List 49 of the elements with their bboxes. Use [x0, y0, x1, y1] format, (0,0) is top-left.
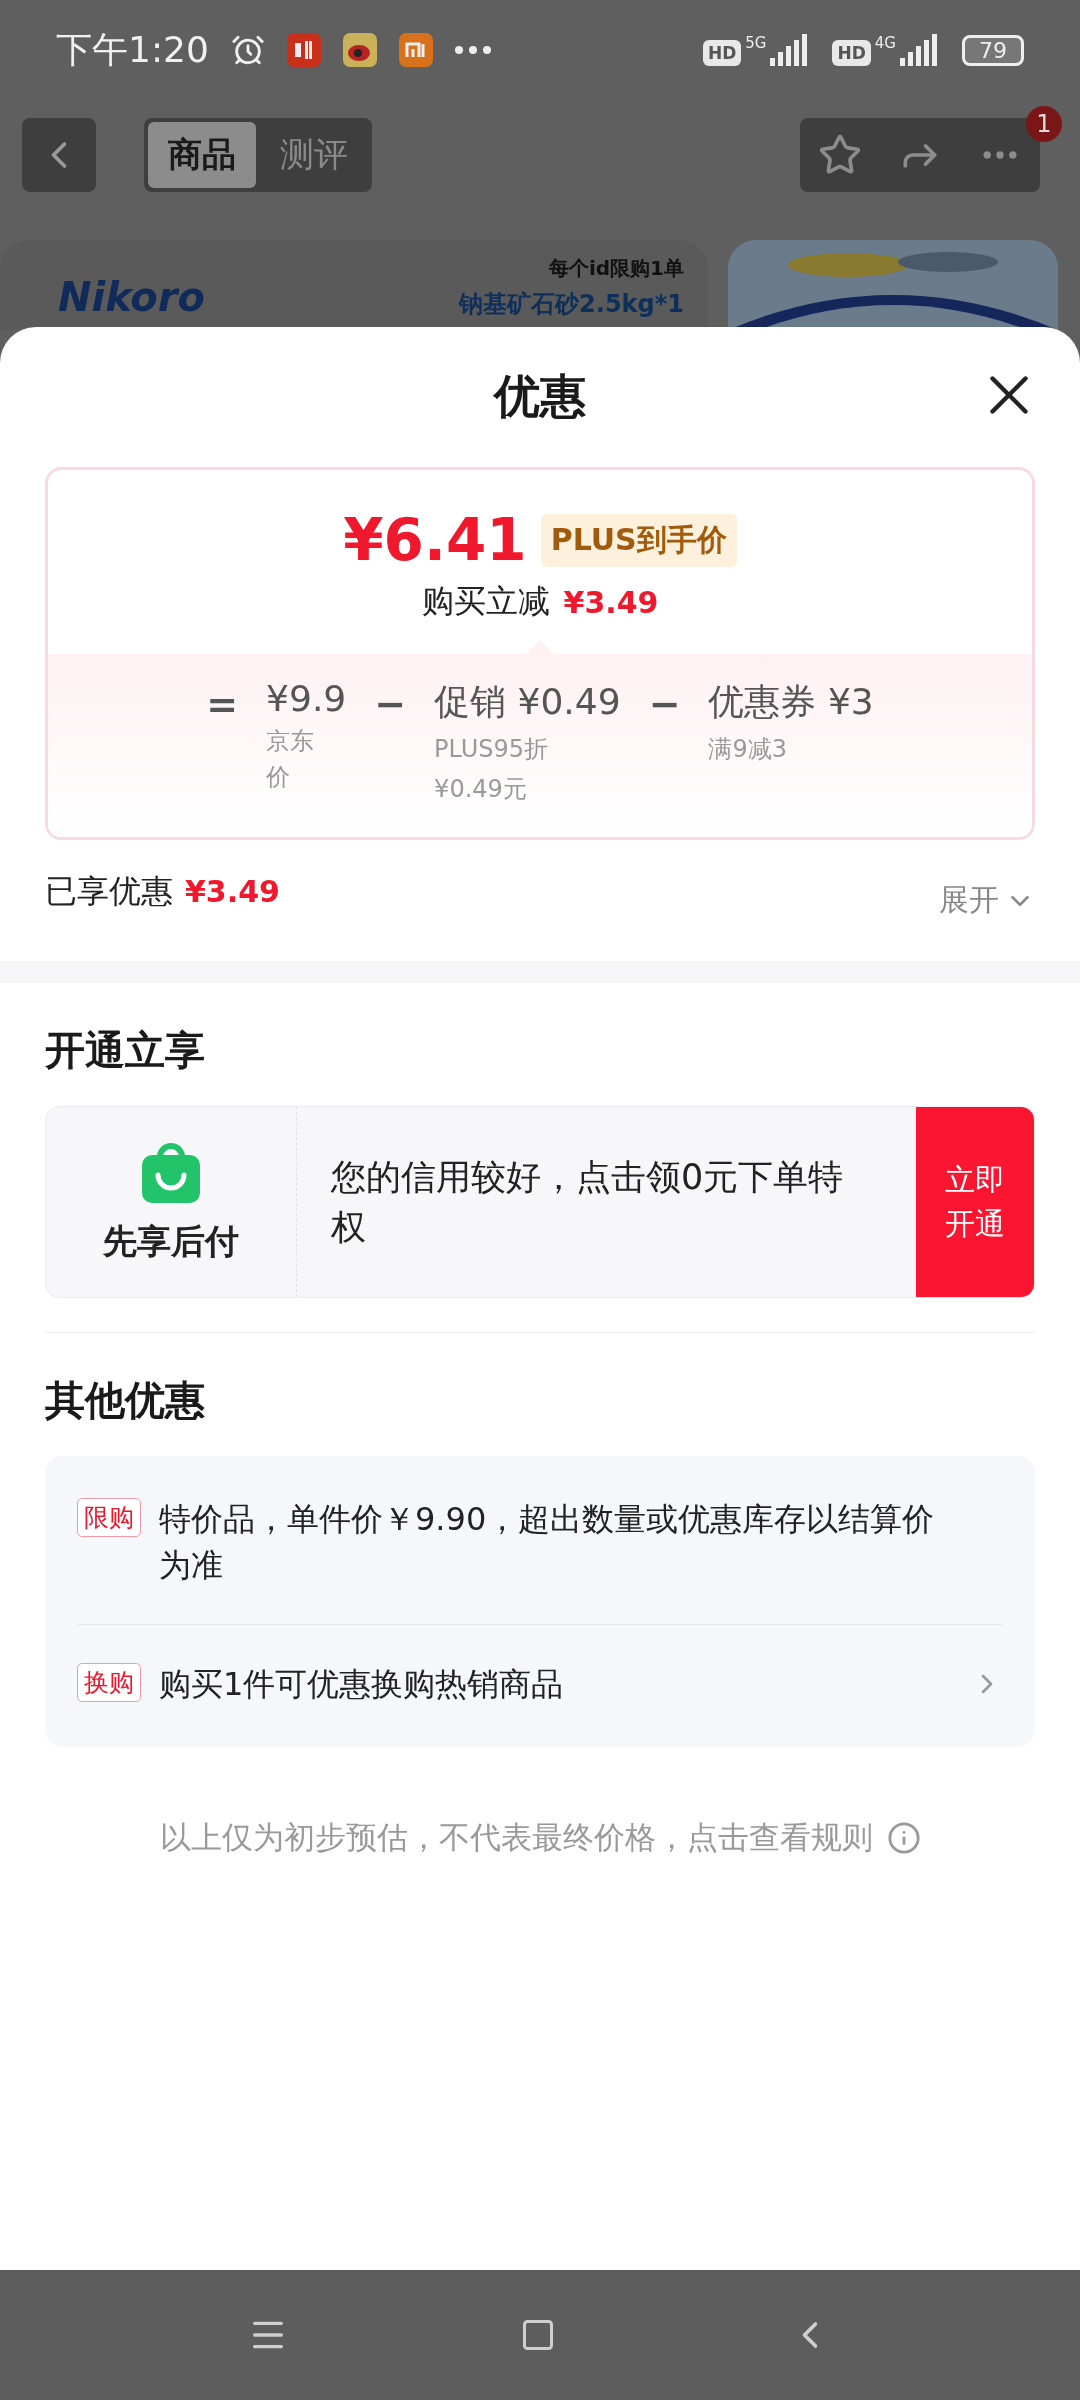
status-time: 下午1:20	[56, 27, 209, 72]
tab[interactable]: 商品	[148, 122, 256, 188]
operator-sign: =	[206, 682, 239, 726]
network-label: 5G	[745, 34, 767, 52]
offer-message: 您的信用较好，点击领0元下单特权	[330, 1156, 845, 1249]
enjoyed-amount: ¥3.49	[185, 874, 280, 909]
reduction-label: 购买立减	[421, 581, 550, 622]
sheet-title: 优惠	[494, 368, 586, 425]
hd-badge: HD	[702, 40, 742, 66]
more-icon	[454, 46, 491, 54]
activate-button[interactable]: 立即开通	[916, 1107, 1034, 1297]
expand-button[interactable]: 展开	[939, 880, 1035, 921]
battery-level: 79	[962, 34, 1024, 66]
app-icon	[286, 33, 321, 67]
tab[interactable]: 测评	[260, 122, 368, 188]
term-note: PLUS95折	[434, 734, 550, 765]
term-amount: 促销 ¥0.49	[434, 680, 621, 724]
alarm-icon	[230, 33, 265, 67]
term-note: 京东价	[266, 726, 316, 793]
network-label: 4G	[874, 34, 896, 52]
offer-text[interactable]: 购买1件可优惠换购热销商品	[159, 1661, 953, 1707]
operator-sign: −	[374, 682, 407, 726]
app-icon	[342, 33, 377, 67]
term-note: 满9减3	[708, 734, 788, 765]
offer-text: 特价品，单件价￥9.90，超出数量或优惠库存以结算价为准	[159, 1499, 936, 1586]
square-icon[interactable]	[520, 2317, 556, 2353]
offer-tag: 限购	[77, 1498, 141, 1537]
reduction-amount: ¥3.49	[563, 584, 659, 620]
operator-sign: −	[648, 682, 681, 726]
enjoyed-label: 已享优惠	[45, 870, 173, 912]
term-note: ¥0.49元	[434, 774, 528, 805]
section-title: 开通立享	[44, 1026, 206, 1075]
hd-badge: HD	[832, 40, 871, 66]
app-icon	[398, 33, 433, 67]
info-icon[interactable]	[886, 1821, 921, 1855]
final-price: ¥6.41	[343, 506, 527, 574]
disclaimer-text[interactable]: 以上仅为初步预估，不代表最终价格，点击查看规则	[159, 1817, 873, 1859]
section-title: 其他优惠	[44, 1376, 206, 1425]
banner-product: 钠基矿石砂2.5kg*1	[459, 289, 684, 319]
offer-tag: 换购	[77, 1663, 141, 1702]
brand-logo: Nikoro	[58, 274, 206, 320]
term-amount: 优惠券 ¥3	[708, 680, 874, 724]
term-amount: ¥9.9	[266, 678, 347, 719]
banner-note: 每个id限购1单	[548, 255, 684, 281]
back-button[interactable]	[22, 118, 96, 192]
service-name: 先享后付	[103, 1220, 239, 1263]
signal-icon	[900, 34, 940, 66]
notification-badge: 1	[1026, 106, 1062, 142]
price-tag: PLUS到手价	[540, 513, 737, 567]
